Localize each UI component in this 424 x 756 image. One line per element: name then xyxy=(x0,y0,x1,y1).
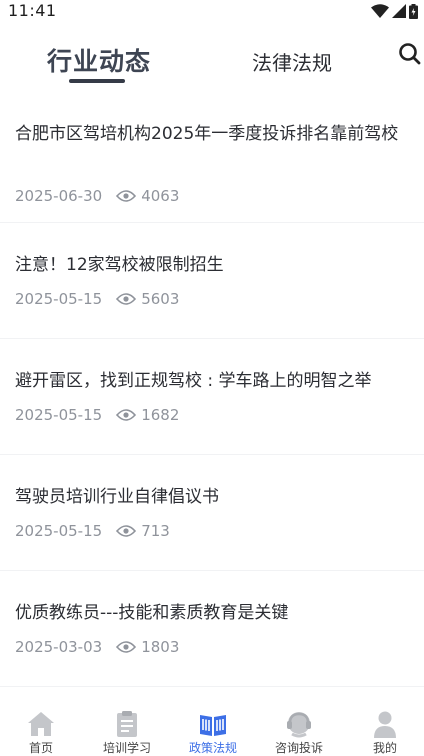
tab-industry-news[interactable]: 行业动态 xyxy=(47,42,151,78)
news-title: 优质教练员---技能和素质教育是关键 xyxy=(15,603,289,623)
news-date: 2025-03-03 xyxy=(15,638,103,656)
search-icon[interactable] xyxy=(397,41,423,67)
news-item[interactable]: 驾驶员培训行业自律倡议书 2025-05-15 713 xyxy=(0,455,424,571)
wifi-icon xyxy=(371,4,389,18)
nav-label: 咨询投诉 xyxy=(274,741,323,755)
news-item[interactable]: 避开雷区，找到正规驾校 : 学车路上的明智之举 2025-05-15 1682 xyxy=(0,339,424,455)
home-icon xyxy=(28,712,54,736)
eye-icon xyxy=(116,293,137,305)
nav-item-mine[interactable]: 我的 xyxy=(345,700,424,755)
news-views: 713 xyxy=(141,522,170,540)
active-tab-indicator xyxy=(69,79,125,83)
nav-item-home[interactable]: 首页 xyxy=(1,700,81,755)
battery-icon xyxy=(409,3,418,19)
nav-label: 政策法规 xyxy=(188,741,237,755)
header: 行业动态 法律法规 xyxy=(0,24,424,92)
news-title: 避开雷区，找到正规驾校 : 学车路上的明智之举 xyxy=(15,371,372,391)
news-meta: 2025-05-15 713 xyxy=(15,522,170,540)
news-date: 2025-06-30 xyxy=(15,187,103,205)
tab-laws-regulations[interactable]: 法律法规 xyxy=(252,47,332,76)
news-title: 注意！12家驾校被限制招生 xyxy=(15,255,224,275)
news-date: 2025-05-15 xyxy=(15,406,103,424)
news-list: 合肥市区驾培机构2025年一季度投诉排名靠前驾校 2025-06-30 4063… xyxy=(0,108,424,687)
news-views: 1803 xyxy=(141,638,180,656)
news-title: 合肥市区驾培机构2025年一季度投诉排名靠前驾校 xyxy=(15,124,399,144)
clipboard-icon xyxy=(117,711,137,737)
nav-item-consult[interactable]: 咨询投诉 xyxy=(259,700,339,755)
news-views: 1682 xyxy=(141,406,180,424)
news-views: 4063 xyxy=(141,187,180,205)
status-bar: 11:41 xyxy=(0,0,424,24)
status-time: 11:41 xyxy=(8,1,57,20)
news-meta: 2025-06-30 4063 xyxy=(15,187,179,205)
eye-icon xyxy=(116,525,137,537)
bottom-nav: 首页 培训学习 政策法规 咨询投诉 我的 xyxy=(0,700,424,755)
nav-label: 我的 xyxy=(372,741,397,755)
nav-label: 首页 xyxy=(28,741,53,755)
news-meta: 2025-05-15 1682 xyxy=(15,406,179,424)
eye-icon xyxy=(116,409,137,421)
news-date: 2025-05-15 xyxy=(15,522,103,540)
user-icon xyxy=(374,711,396,738)
headset-icon xyxy=(287,712,311,738)
news-meta: 2025-03-03 1803 xyxy=(15,638,179,656)
news-item[interactable]: 注意！12家驾校被限制招生 2025-05-15 5603 xyxy=(0,223,424,339)
news-item[interactable]: 优质教练员---技能和素质教育是关键 2025-03-03 1803 xyxy=(0,571,424,687)
eye-icon xyxy=(116,190,137,202)
news-item[interactable]: 合肥市区驾培机构2025年一季度投诉排名靠前驾校 2025-06-30 4063 xyxy=(0,108,424,223)
book-icon xyxy=(200,715,226,736)
news-title: 驾驶员培训行业自律倡议书 xyxy=(15,487,219,507)
nav-label: 培训学习 xyxy=(102,741,151,755)
signal-icon xyxy=(392,4,406,18)
eye-icon xyxy=(116,641,137,653)
nav-item-training[interactable]: 培训学习 xyxy=(87,700,167,755)
news-meta: 2025-05-15 5603 xyxy=(15,290,179,308)
news-views: 5603 xyxy=(141,290,180,308)
news-date: 2025-05-15 xyxy=(15,290,103,308)
status-icons xyxy=(371,3,418,19)
nav-item-policy[interactable]: 政策法规 xyxy=(173,700,253,755)
